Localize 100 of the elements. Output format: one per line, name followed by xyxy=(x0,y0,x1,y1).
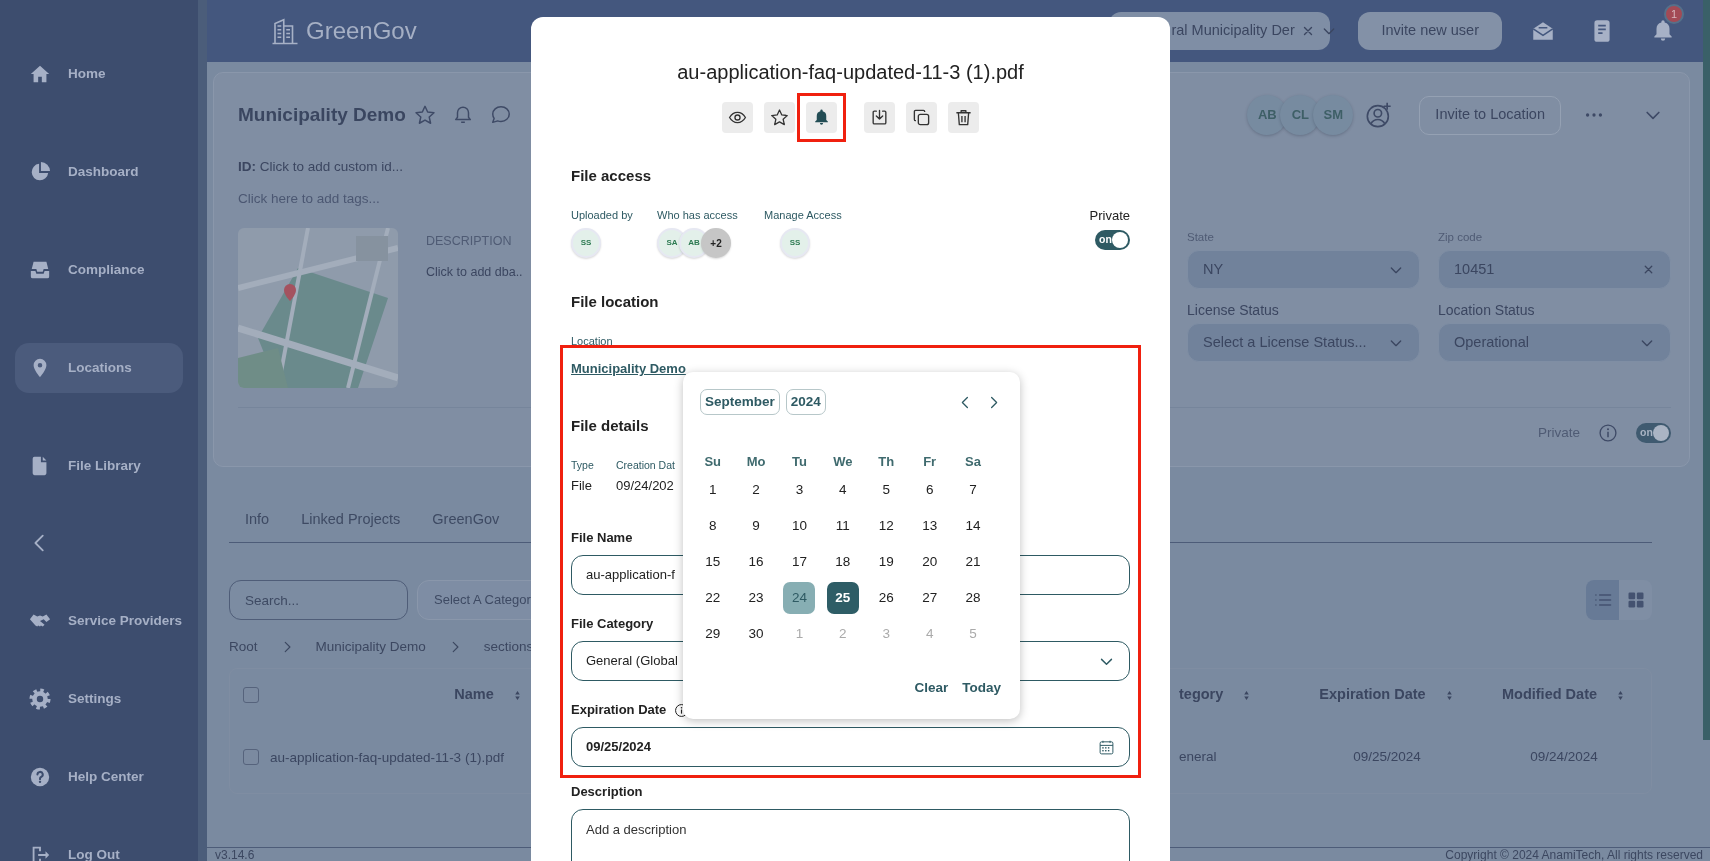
calendar-day[interactable]: 18 xyxy=(826,546,859,578)
calendar-day[interactable]: 22 xyxy=(696,582,729,614)
table-cell: eneral xyxy=(1179,748,1217,764)
file-title: au-application-faq-updated-11-3 (1).pdf xyxy=(676,60,1025,84)
chat-icon[interactable] xyxy=(489,104,512,126)
detail-label: Creation Dat xyxy=(616,458,675,472)
weekday-label: Su xyxy=(704,454,721,469)
access-label: Manage Access xyxy=(764,208,843,222)
download-icon xyxy=(870,108,889,127)
description-field[interactable]: Add a description xyxy=(571,809,1130,861)
month-select[interactable]: September xyxy=(700,389,780,415)
date-field[interactable]: 09/25/2024 xyxy=(571,727,1130,767)
nav-item[interactable]: Help Center xyxy=(15,752,183,802)
calendar-day[interactable]: 25 xyxy=(826,582,859,614)
field-label: Description xyxy=(571,783,643,801)
calendar-day[interactable]: 30 xyxy=(740,618,773,650)
nav-item[interactable]: Settings xyxy=(15,674,183,724)
toggle-switch[interactable]: on xyxy=(1095,230,1130,250)
location-title: Municipality Demo xyxy=(238,103,406,127)
table-cell: 09/25/2024 xyxy=(1353,748,1421,764)
calendar-day[interactable]: 5 xyxy=(870,474,903,506)
nav-item[interactable]: Dashboard xyxy=(15,147,183,197)
calendar-day[interactable]: 16 xyxy=(740,546,773,578)
favorite-button[interactable] xyxy=(764,102,795,133)
bell-icon xyxy=(812,108,831,127)
pie-chart-icon xyxy=(29,161,51,183)
custom-id-text: ID: Click to add custom id... xyxy=(238,158,405,176)
field-label: License Status xyxy=(1187,303,1280,317)
settings-icon xyxy=(29,688,51,710)
today-button[interactable]: Today xyxy=(962,678,1001,699)
calendar-day[interactable]: 6 xyxy=(913,474,946,506)
calendar-day[interactable]: 27 xyxy=(913,582,946,614)
calendar-day[interactable]: 7 xyxy=(957,474,990,506)
access-label: Uploaded by xyxy=(571,208,634,222)
download-button[interactable] xyxy=(864,102,895,133)
calendar-day[interactable]: 17 xyxy=(783,546,816,578)
checkbox[interactable] xyxy=(243,749,259,765)
star-icon[interactable] xyxy=(413,104,436,126)
field-label: Location xyxy=(571,334,614,348)
logo-text: GreenGov xyxy=(306,16,417,46)
avatar: SM xyxy=(1313,95,1354,135)
copyright-text: Copyright © 2024 AnamiTech, All rights reserved xyxy=(1445,846,1703,861)
detail-label: Type xyxy=(571,458,594,472)
home-icon xyxy=(29,63,51,85)
calendar-day[interactable]: 4 xyxy=(826,474,859,506)
clear-button[interactable]: Clear xyxy=(914,678,949,699)
calendar-day[interactable]: 21 xyxy=(957,546,990,578)
avatar: SS xyxy=(571,228,601,258)
notify-button[interactable] xyxy=(806,102,837,133)
calendar-day[interactable]: 19 xyxy=(870,546,903,578)
calendar-day[interactable]: 23 xyxy=(740,582,773,614)
delete-button[interactable] xyxy=(948,102,979,133)
detail-value: File xyxy=(571,477,592,495)
calendar-day[interactable]: 1 xyxy=(696,474,729,506)
search-field[interactable]: Search... xyxy=(229,580,408,620)
inbox-icon xyxy=(29,259,51,281)
nav-item[interactable]: Service Providers xyxy=(15,596,183,646)
calendar-day[interactable]: 3 xyxy=(783,474,816,506)
location-link[interactable]: Municipality Demo xyxy=(571,361,686,376)
calendar-day[interactable]: 13 xyxy=(913,510,946,542)
add-user-icon[interactable] xyxy=(1365,101,1394,129)
calendar-day[interactable]: 28 xyxy=(957,582,990,614)
private-label: Private xyxy=(1089,208,1130,224)
section-heading: File location xyxy=(571,292,660,312)
view-toggle-button[interactable] xyxy=(1586,580,1619,620)
checkbox[interactable] xyxy=(243,687,259,703)
scrollbar[interactable] xyxy=(1703,0,1710,740)
duplicate-button[interactable] xyxy=(906,102,937,133)
nav-item[interactable]: File Library xyxy=(15,441,183,491)
weekday-label: Tu xyxy=(792,454,807,469)
star-icon xyxy=(770,108,789,127)
nav-item[interactable]: Log Out xyxy=(15,830,183,861)
weekday-label: Mo xyxy=(746,454,766,469)
section-heading: File details xyxy=(571,416,650,436)
version-text: v3.14.6 xyxy=(215,846,255,861)
building-logo-icon xyxy=(270,16,300,46)
avatar: SS xyxy=(780,228,810,258)
calendar-day[interactable]: 10 xyxy=(783,510,816,542)
calendar-day[interactable]: 20 xyxy=(913,546,946,578)
calendar-day[interactable]: 8 xyxy=(696,510,729,542)
more-count: +2 xyxy=(701,228,731,258)
calendar-day[interactable]: 11 xyxy=(826,510,859,542)
year-select[interactable]: 2024 xyxy=(785,389,826,415)
weekday-label: Fr xyxy=(923,454,937,469)
field-label: File Name xyxy=(571,529,633,547)
calendar-day[interactable]: 14 xyxy=(957,510,990,542)
table-cell: au-application-faq-updated-11-3 (1).pdf xyxy=(270,750,504,765)
notification-badge: 1 xyxy=(1664,4,1684,24)
calendar-day[interactable]: 12 xyxy=(870,510,903,542)
calendar-day[interactable]: 29 xyxy=(696,618,729,650)
calendar-day[interactable]: 2 xyxy=(740,474,773,506)
calendar-day[interactable]: 15 xyxy=(696,546,729,578)
calendar-day[interactable]: 9 xyxy=(740,510,773,542)
access-label: Who has access xyxy=(657,208,739,222)
calendar-day[interactable]: 26 xyxy=(870,582,903,614)
nav-item[interactable]: Compliance xyxy=(15,245,183,295)
view-button[interactable] xyxy=(722,102,753,133)
nav-item[interactable]: Home xyxy=(15,49,183,99)
field-label: Location Status xyxy=(1438,303,1536,317)
clear-icon xyxy=(1642,263,1655,276)
